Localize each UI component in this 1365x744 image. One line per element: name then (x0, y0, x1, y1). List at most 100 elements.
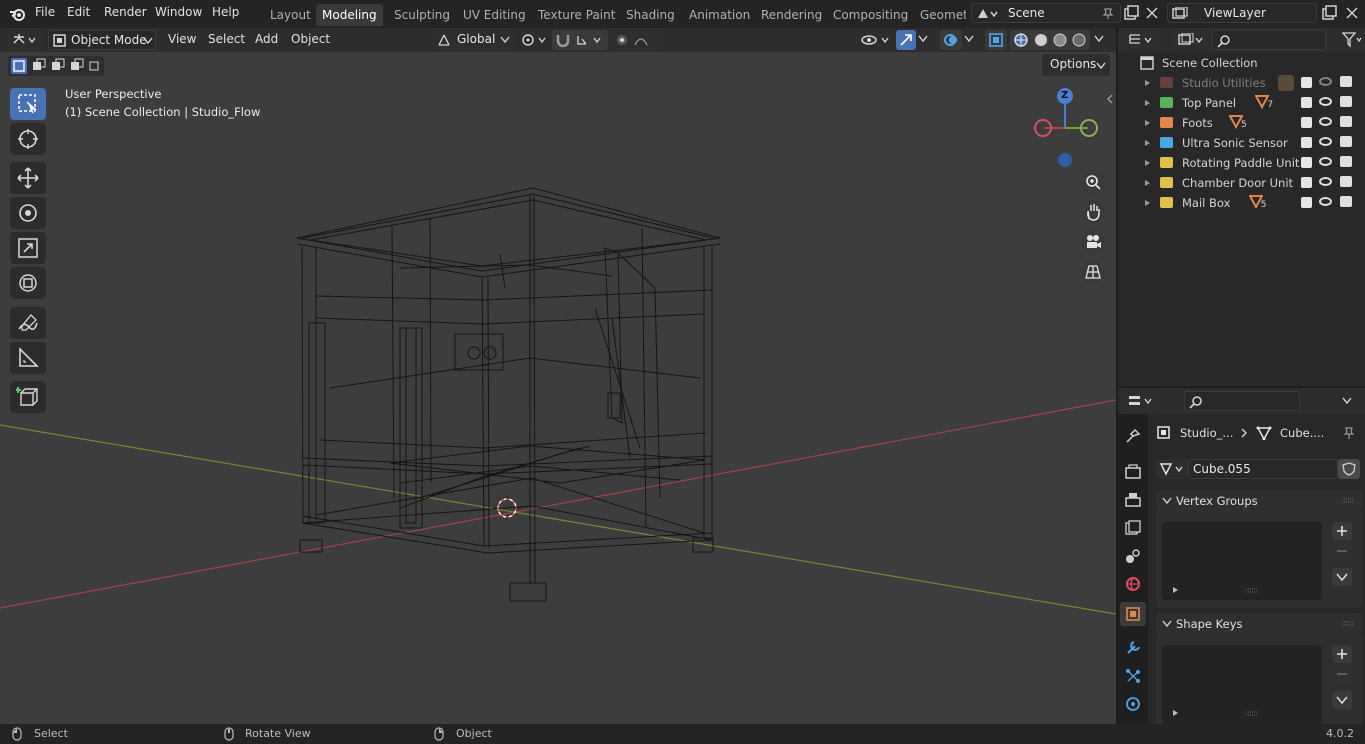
vertex-groups-list[interactable] (1162, 522, 1322, 600)
menu-add[interactable]: Add (255, 32, 278, 46)
annotate-tool[interactable] (10, 307, 46, 339)
add-vertex-group-button[interactable] (1332, 522, 1352, 540)
tab-geometry[interactable]: Geomet (914, 4, 966, 26)
visibility-selectability-icon[interactable] (860, 31, 892, 49)
exclude-checkbox[interactable] (1301, 97, 1312, 108)
expand-triangle-icon[interactable] (1172, 709, 1180, 717)
display-mode-button[interactable] (1174, 30, 1208, 50)
expand-triangle-icon[interactable] (1144, 99, 1152, 107)
camera-icon[interactable] (1340, 176, 1352, 187)
modifier-tab-icon[interactable] (1125, 640, 1141, 656)
snap-toggle[interactable] (552, 30, 608, 50)
tab-compositing[interactable]: Compositing (827, 4, 914, 26)
remove-view-layer-icon[interactable] (1345, 6, 1359, 20)
chevron-down-icon[interactable] (918, 35, 928, 43)
outliner-item[interactable]: Top Panel 7 (1118, 93, 1365, 113)
outliner-item[interactable]: Chamber Door Unit (1118, 173, 1365, 193)
expand-triangle-icon[interactable] (1144, 119, 1152, 127)
pan-button[interactable] (1081, 200, 1105, 224)
menu-file[interactable]: File (35, 5, 55, 19)
outliner-item[interactable]: Foots 5 (1118, 113, 1365, 133)
new-scene-icon[interactable] (1123, 5, 1139, 21)
camera-icon[interactable] (1340, 156, 1352, 167)
scene-selector[interactable]: Scene (971, 3, 1121, 23)
view-layer-tab-icon[interactable] (1125, 520, 1141, 536)
blender-logo-icon[interactable] (9, 6, 27, 22)
drag-handle-icon[interactable] (1342, 498, 1354, 504)
camera-icon[interactable] (1340, 116, 1352, 127)
pin-icon[interactable] (1102, 7, 1114, 20)
camera-view-button[interactable] (1081, 230, 1105, 254)
move-tool[interactable] (10, 162, 46, 194)
expand-triangle-icon[interactable] (1144, 199, 1152, 207)
properties-editor-type-button[interactable] (1124, 391, 1158, 411)
tab-animation[interactable]: Animation (683, 4, 756, 26)
exclude-checkbox[interactable] (1301, 137, 1312, 148)
eye-icon[interactable] (1319, 197, 1332, 206)
menu-render[interactable]: Render (104, 5, 147, 19)
eye-icon[interactable] (1319, 177, 1332, 186)
expand-triangle-icon[interactable] (1144, 79, 1152, 87)
camera-icon[interactable] (1340, 76, 1352, 87)
transform-tool[interactable] (10, 267, 46, 299)
rotate-tool[interactable] (10, 197, 46, 229)
overlays-toggle[interactable] (940, 30, 962, 50)
drag-handle-icon[interactable] (1342, 621, 1354, 627)
shape-keys-list[interactable] (1162, 645, 1322, 724)
scale-tool[interactable] (10, 232, 46, 264)
tab-uv-editing[interactable]: UV Editing (457, 4, 532, 26)
proportional-edit-toggle[interactable] (612, 30, 662, 50)
object-mode-dropdown[interactable]: Object Mode (48, 30, 156, 50)
tab-rendering[interactable]: Rendering (755, 4, 828, 26)
tab-modeling[interactable]: Modeling (316, 4, 383, 26)
eye-icon[interactable] (1319, 97, 1332, 106)
scene-tab-icon[interactable] (1125, 548, 1141, 564)
gizmo-toggle[interactable] (896, 30, 916, 50)
filter-restrict-icon[interactable] (1278, 75, 1294, 91)
transform-orientation-dropdown[interactable]: Global (434, 30, 514, 50)
zoom-button[interactable] (1081, 170, 1105, 194)
vertex-groups-panel-header[interactable]: Vertex Groups (1156, 490, 1362, 512)
measure-tool[interactable] (10, 342, 46, 374)
eye-icon[interactable] (1319, 117, 1332, 126)
tab-layout[interactable]: Layout (264, 4, 317, 26)
sidebar-toggle-icon[interactable] (1106, 94, 1114, 104)
new-view-layer-icon[interactable] (1321, 5, 1337, 21)
render-tab-icon[interactable] (1125, 464, 1141, 480)
menu-help[interactable]: Help (212, 5, 239, 19)
remove-vertex-group-button[interactable] (1332, 542, 1352, 560)
chevron-down-icon[interactable] (1094, 35, 1104, 43)
eye-icon[interactable] (1319, 77, 1332, 86)
tab-sculpting[interactable]: Sculpting (388, 4, 456, 26)
exclude-checkbox[interactable] (1301, 117, 1312, 128)
expand-triangle-icon[interactable] (1144, 139, 1152, 147)
pin-icon[interactable] (1342, 426, 1356, 440)
camera-icon[interactable] (1340, 136, 1352, 147)
scene-collection-row[interactable]: Scene Collection (1118, 53, 1365, 73)
output-tab-icon[interactable] (1125, 492, 1141, 508)
selection-mode-icons[interactable] (10, 58, 102, 74)
pivot-point-icon[interactable] (521, 32, 549, 48)
particles-tab-icon[interactable] (1125, 668, 1141, 684)
remove-shape-key-button[interactable] (1332, 665, 1352, 683)
editor-type-button[interactable] (8, 30, 42, 50)
select-box-tool[interactable] (10, 88, 46, 120)
add-shape-key-button[interactable] (1332, 645, 1352, 663)
xray-toggle[interactable] (985, 30, 1007, 50)
menu-window[interactable]: Window (155, 5, 202, 19)
shape-key-specials-button[interactable] (1332, 691, 1352, 709)
chevron-down-icon[interactable] (964, 35, 974, 43)
menu-select[interactable]: Select (208, 32, 245, 46)
cursor-tool[interactable] (10, 123, 46, 155)
3d-viewport[interactable]: Object Mode View Select Add Object Globa… (0, 28, 1116, 724)
menu-object[interactable]: Object (291, 32, 330, 46)
tab-shading[interactable]: Shading (620, 4, 681, 26)
resize-handle-icon[interactable] (1246, 588, 1258, 594)
exclude-checkbox[interactable] (1301, 177, 1312, 188)
outliner-search-input[interactable] (1212, 30, 1326, 50)
options-dropdown[interactable]: Options (1042, 54, 1110, 76)
menu-edit[interactable]: Edit (67, 5, 90, 19)
view-layer-selector[interactable]: ViewLayer (1167, 3, 1317, 23)
outliner-item[interactable]: Mail Box 5 (1118, 193, 1365, 213)
outliner-item[interactable]: Studio Utilities (1118, 73, 1365, 93)
